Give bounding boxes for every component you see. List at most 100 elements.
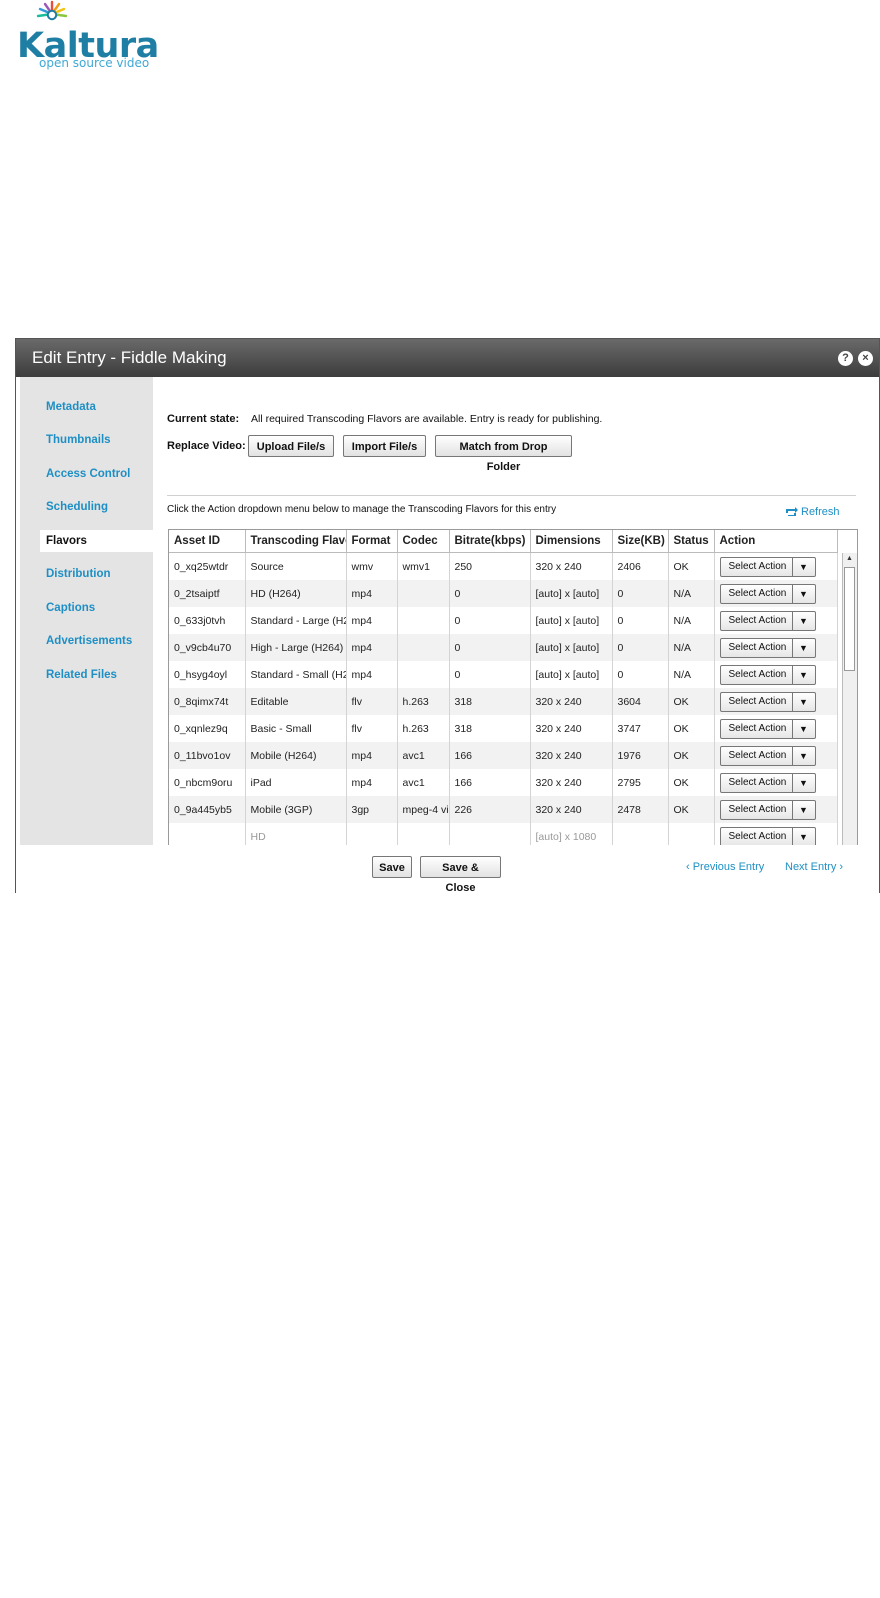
table-row[interactable]: 0_hsyg4oylStandard - Small (H264)mp4 0[au… — [169, 661, 838, 688]
select-action-dropdown[interactable]: Select Action ▼ — [719, 556, 816, 577]
scroll-thumb[interactable] — [844, 567, 855, 671]
sidebar-item-thumbnails[interactable]: Thumbnails — [20, 429, 153, 451]
select-action-dropdown[interactable]: Select Action ▼ — [719, 583, 816, 604]
table-row[interactable]: 0_11bvo1ov Mobile (H264) mp4 avc1 166 320 x 2… — [169, 742, 838, 769]
sidebar-item-scheduling[interactable]: Scheduling — [20, 496, 153, 518]
table-row[interactable]: 0_9a445yb5Mobile (3GP)3gpmpeg-4 visual22… — [169, 796, 838, 823]
column-header[interactable]: Format — [346, 530, 398, 553]
table-header-row: Asset ID Transcoding Flavor Format Codec… — [169, 530, 838, 553]
table-cell: 320 x 240 — [530, 769, 613, 796]
table-cell: 0 — [612, 580, 669, 607]
table-cell: 0_hsyg4oyl — [169, 661, 246, 688]
column-header[interactable]: Transcoding Flavor — [245, 530, 347, 553]
next-entry-link[interactable]: Next Entry › — [785, 861, 843, 873]
chevron-down-icon[interactable]: ▼ — [791, 557, 815, 576]
sidebar-item-metadata[interactable]: Metadata — [20, 396, 153, 418]
column-header[interactable]: Status — [668, 530, 715, 553]
select-action-dropdown[interactable]: Select Action ▼ — [719, 826, 816, 847]
sidebar-item-related-files[interactable]: Related Files — [20, 664, 153, 686]
action-cell: Select Action ▼ — [714, 634, 838, 661]
table-cell: HD (H264) — [245, 580, 347, 607]
select-action-label: Select Action — [728, 830, 787, 842]
select-action-dropdown[interactable]: Select Action ▼ — [719, 745, 816, 766]
table-row[interactable]: 0_8qimx74t Editable flv h.263 318 320 x 240 36… — [169, 688, 838, 715]
select-action-dropdown[interactable]: Select Action ▼ — [719, 718, 816, 739]
close-icon[interactable]: × — [858, 351, 873, 366]
select-action-dropdown[interactable]: Select Action ▼ — [719, 664, 816, 685]
table-cell: 0 — [449, 661, 531, 688]
sidebar-item-distribution[interactable]: Distribution — [20, 563, 153, 585]
table-cell: mp4 — [346, 607, 398, 634]
table-row[interactable]: 0_xq25wtdr Source wmv wmv1 250 320 x 240 2406 O… — [169, 552, 838, 580]
refresh-link[interactable]: Refresh — [784, 506, 840, 518]
chevron-down-icon[interactable]: ▼ — [791, 665, 815, 684]
upload-files-button[interactable]: Upload File/s — [248, 435, 334, 457]
chevron-down-icon[interactable]: ▼ — [791, 611, 815, 630]
table-scrollbar[interactable]: ▲ ▼ — [842, 553, 857, 855]
table-cell: iPad — [245, 769, 347, 796]
chevron-down-icon[interactable]: ▼ — [791, 584, 815, 603]
chevron-down-icon[interactable]: ▼ — [791, 800, 815, 819]
scroll-up-icon[interactable]: ▲ — [843, 553, 856, 565]
table-cell: mp4 — [346, 580, 398, 607]
select-action-label: Select Action — [728, 614, 787, 626]
table-cell: 0_633j0tvh — [169, 607, 246, 634]
save-button[interactable]: Save — [372, 856, 412, 878]
chevron-down-icon[interactable]: ▼ — [791, 692, 815, 711]
table-cell: 226 — [449, 796, 531, 823]
column-header[interactable]: Dimensions — [530, 530, 613, 553]
table-row[interactable]: 0_xqnlez9q Basic - Small flv h.263 318 320 x … — [169, 715, 838, 742]
save-close-button[interactable]: Save & Close — [420, 856, 501, 894]
table-row[interactable]: 0_2tsaiptf HD (H264) mp4 0 [auto] x [auto] 0 N… — [169, 580, 838, 607]
table-cell: 166 — [449, 742, 531, 769]
select-action-label: Select Action — [728, 587, 787, 599]
dialog-title: Edit Entry - Fiddle Making — [32, 348, 227, 367]
column-header[interactable]: Codec — [397, 530, 450, 553]
match-drop-folder-button[interactable]: Match from Drop Folder — [435, 435, 572, 473]
refresh-label: Refresh — [801, 506, 840, 518]
table-row[interactable]: 0_v9cb4u70 High - Large (H264) mp4 0 [auto] … — [169, 634, 838, 661]
table-cell: avc1 — [397, 742, 450, 769]
kaltura-logo: Kaltura open source video — [15, 0, 165, 72]
chevron-down-icon[interactable]: ▼ — [791, 746, 815, 765]
sidebar-item-flavors[interactable]: Flavors — [40, 530, 153, 552]
sidebar-item-advertisements[interactable]: Advertisements — [20, 630, 153, 652]
table-cell: 0_xqnlez9q — [169, 715, 246, 742]
chevron-down-icon[interactable]: ▼ — [791, 638, 815, 657]
table-cell: wmv — [346, 552, 398, 580]
table-cell: 0 — [612, 661, 669, 688]
table-cell: flv — [346, 688, 398, 715]
dialog-footer: Save Save & Close ‹ Previous Entry Next … — [16, 845, 879, 894]
table-cell: 1976 — [612, 742, 669, 769]
import-files-button[interactable]: Import File/s — [343, 435, 426, 457]
chevron-down-icon[interactable]: ▼ — [791, 827, 815, 846]
table-cell: Standard - Small (H264) — [245, 661, 347, 688]
select-action-dropdown[interactable]: Select Action ▼ — [719, 772, 816, 793]
table-cell — [397, 580, 450, 607]
previous-entry-link[interactable]: ‹ Previous Entry — [686, 861, 764, 873]
table-cell: 3747 — [612, 715, 669, 742]
select-action-label: Select Action — [728, 668, 787, 680]
table-cell: 0 — [449, 580, 531, 607]
table-cell: mp4 — [346, 661, 398, 688]
table-row[interactable]: 0_nbcm9oru iPad mp4 avc1 166 320 x 240 2795 OK S… — [169, 769, 838, 796]
column-header[interactable]: Size(KB) — [612, 530, 669, 553]
chevron-down-icon[interactable]: ▼ — [791, 773, 815, 792]
select-action-label: Select Action — [728, 749, 787, 761]
sidebar-item-captions[interactable]: Captions — [20, 597, 153, 619]
help-icon[interactable]: ? — [838, 351, 853, 366]
table-cell: h.263 — [397, 715, 450, 742]
column-header[interactable]: Bitrate(kbps) — [449, 530, 531, 553]
table-row[interactable]: 0_633j0tvhStandard - Large (H264)mp4 0[au… — [169, 607, 838, 634]
select-action-dropdown[interactable]: Select Action ▼ — [719, 637, 816, 658]
table-cell: 2795 — [612, 769, 669, 796]
select-action-dropdown[interactable]: Select Action ▼ — [719, 610, 816, 631]
select-action-dropdown[interactable]: Select Action ▼ — [719, 799, 816, 820]
table-cell: 0 — [449, 607, 531, 634]
select-action-dropdown[interactable]: Select Action ▼ — [719, 691, 816, 712]
sidebar-item-access-control[interactable]: Access Control — [20, 463, 153, 485]
chevron-down-icon[interactable]: ▼ — [791, 719, 815, 738]
table-cell: h.263 — [397, 688, 450, 715]
column-header[interactable]: Asset ID — [169, 530, 246, 553]
table-cell — [397, 661, 450, 688]
